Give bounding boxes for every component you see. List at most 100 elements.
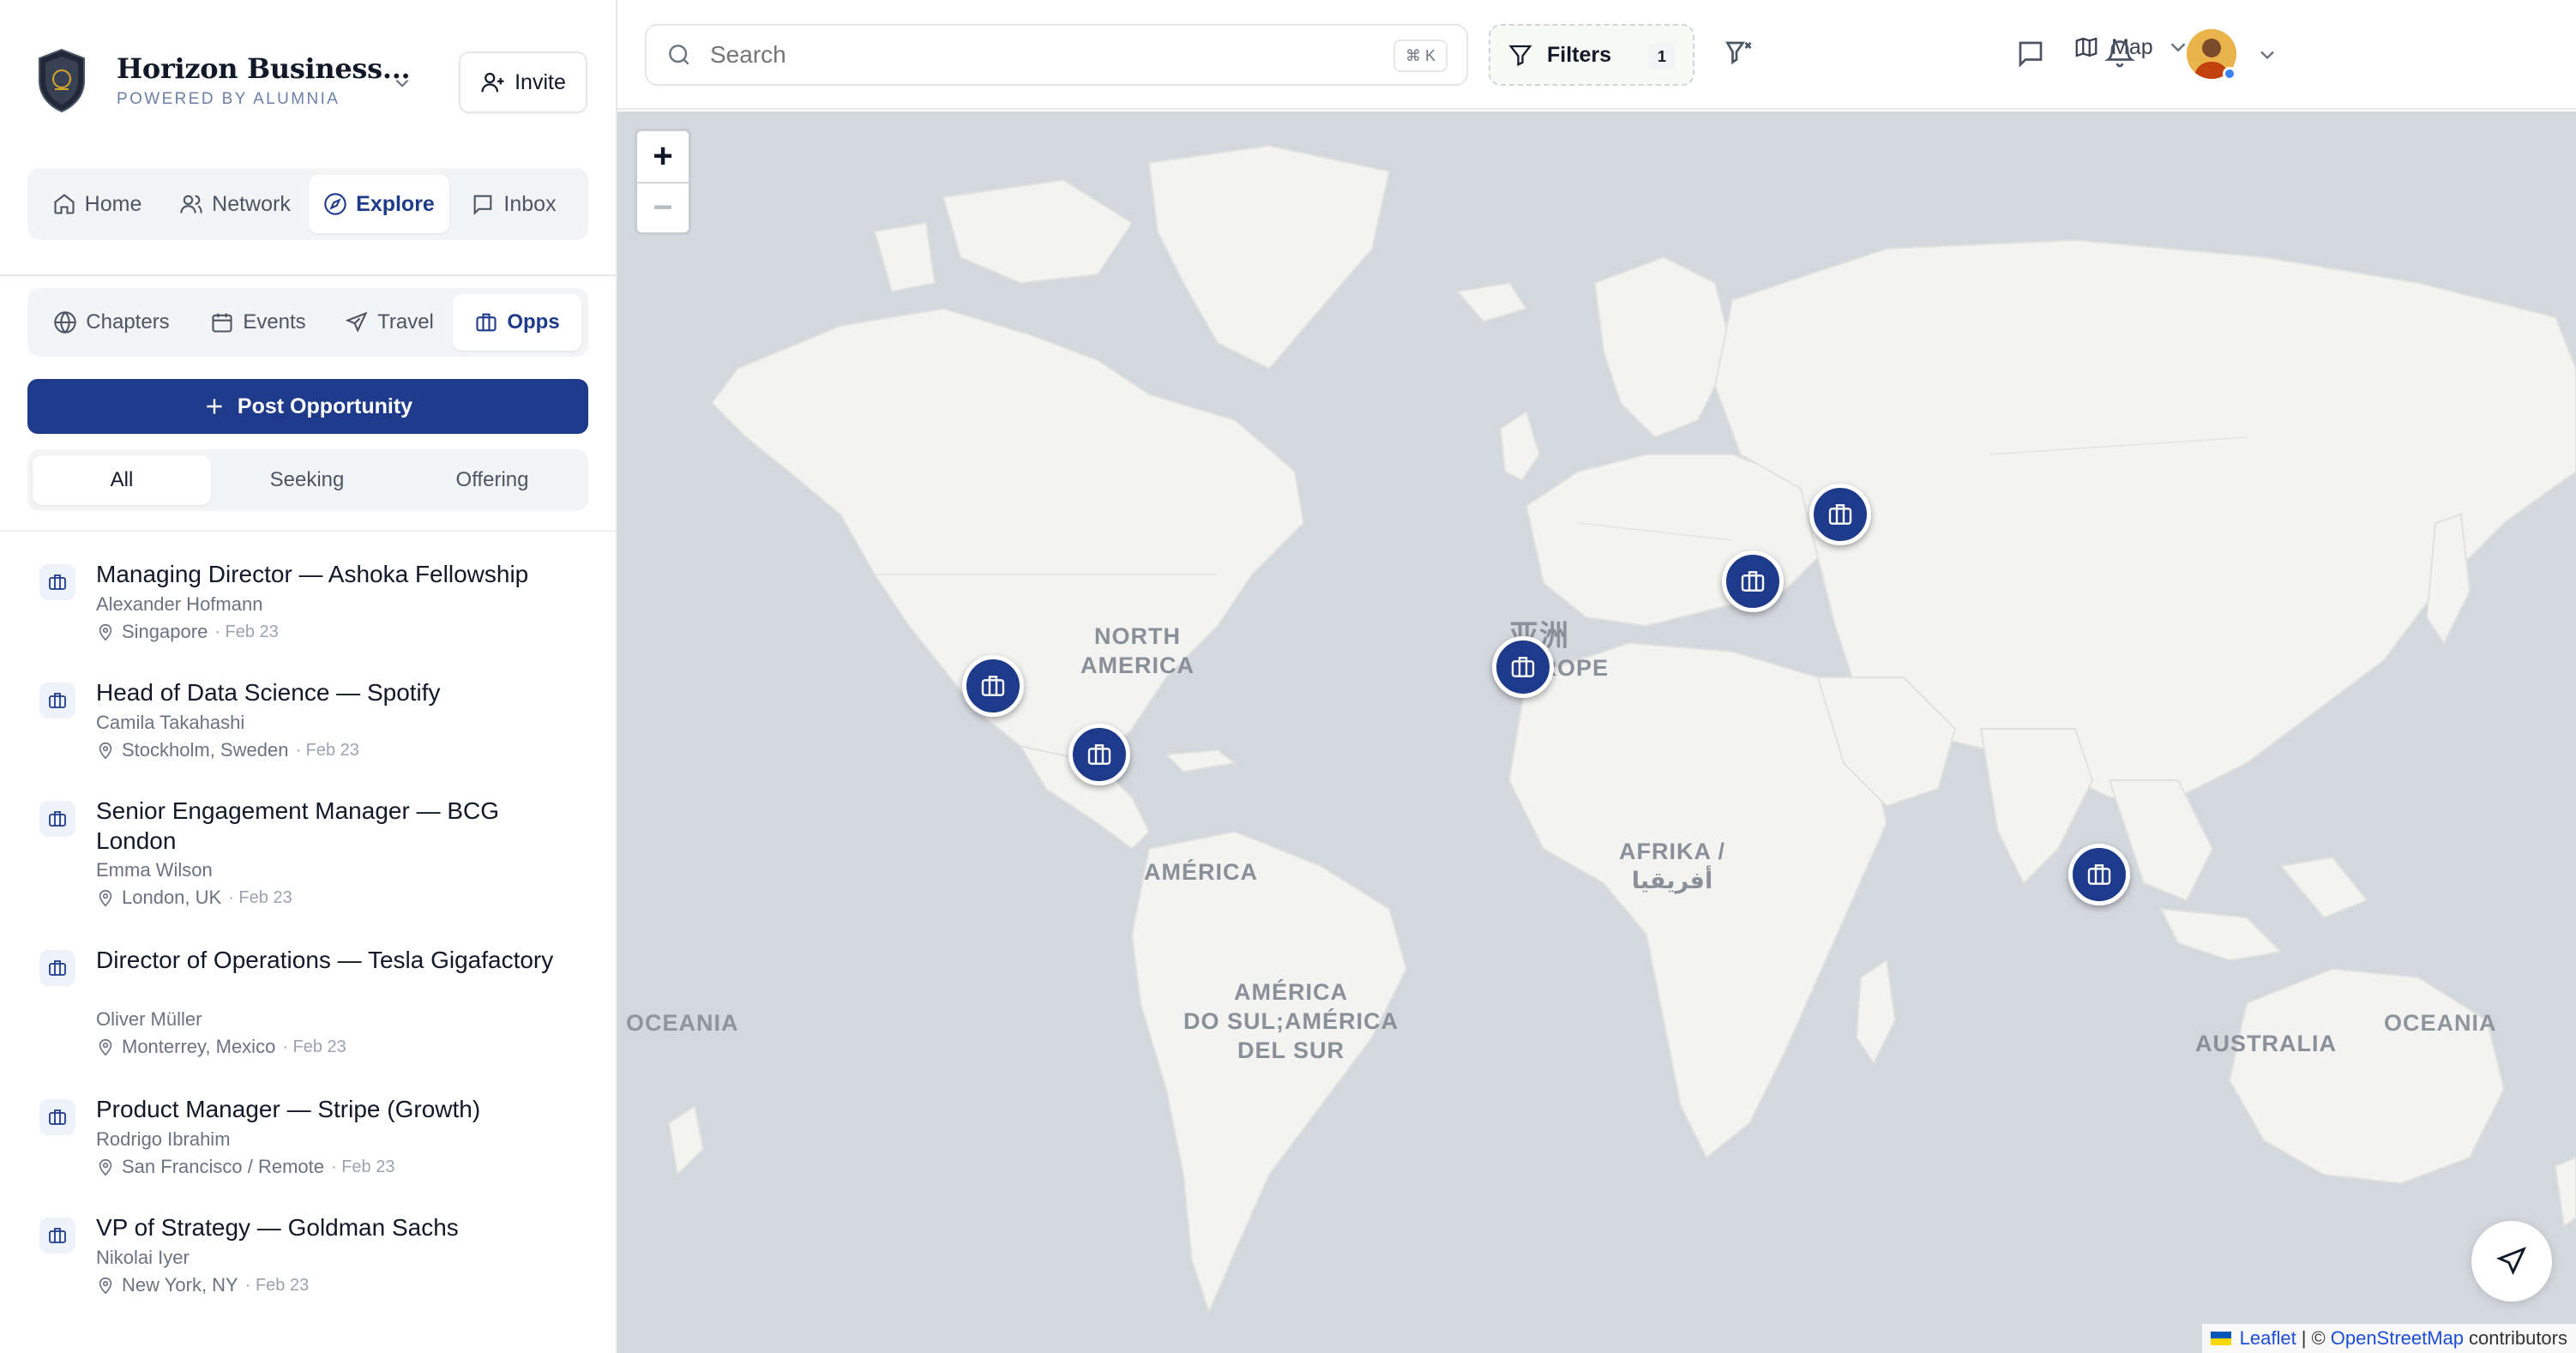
map-pin-icon [99,1038,112,1056]
opportunity-location: Singapore [122,621,208,642]
nav-home-label: Home [84,191,142,216]
calendar-icon [212,313,232,333]
zoom-control: + − [635,129,691,235]
chevron-down-icon[interactable] [2255,43,2279,67]
search-box[interactable]: ⌘ K [645,24,1468,86]
briefcase-icon [981,676,1005,696]
filters-label: Filters [1547,42,1612,67]
filter-icon [1508,45,1532,67]
message-icon [474,195,492,216]
opportunity-title: Head of Data Science — Spotify [96,679,441,706]
map-label-north-america: NORTH AMERICA [1080,623,1195,678]
map-pin-icon [99,1158,112,1176]
briefcase-icon [39,564,75,600]
opportunity-title: VP of Strategy — Goldman Sachs [96,1214,459,1241]
tab-offering[interactable]: Offering [403,455,581,505]
subnav-opps[interactable]: Opps [453,294,581,351]
map-pin-singapore[interactable] [2068,844,2130,905]
opportunity-location: New York, NY [122,1274,238,1296]
nav-home[interactable]: Home [33,175,161,233]
osm-link[interactable]: OpenStreetMap [2331,1327,2464,1350]
ukraine-flag-icon [2210,1332,2231,1345]
tab-all[interactable]: All [33,455,211,505]
subnav-chapters-label: Chapters [86,310,170,334]
leaflet-link[interactable]: Leaflet [2240,1327,2296,1350]
brand[interactable]: Horizon Business... POWERED BY ALUMNIA [36,48,411,113]
attribution-separator: | © [2301,1327,2326,1349]
subnav-events-label: Events [243,310,306,334]
subnav-chapters[interactable]: Chapters [33,294,190,351]
users-icon [180,195,202,213]
opportunity-person: Oliver Müller [96,1008,202,1030]
briefcase-icon [1511,657,1535,677]
map-tiles [667,144,2576,1314]
map-icon [2075,37,2098,57]
map-pin-icon [99,889,112,907]
zoom-in-button[interactable]: + [637,131,689,182]
opportunity-meta: San Francisco / Remote · Feb 23 [96,1156,394,1178]
chevron-down-icon[interactable] [391,72,413,94]
bell-icon[interactable] [2104,38,2135,69]
opportunity-title: Senior Engagement Manager — BCG London [96,797,500,854]
nav-inbox[interactable]: Inbox [449,175,578,233]
map-attribution: Leaflet | © OpenStreetMap contributors [2201,1324,2576,1353]
clear-filter-icon[interactable] [1724,38,1754,69]
subnav-travel[interactable]: Travel [326,294,453,351]
navigation-icon [2495,1247,2527,1276]
shield-logo-icon [39,48,85,113]
briefcase-icon [2087,864,2111,885]
opportunity-meta: London, UK · Feb 23 [96,887,292,909]
map-pin-san-francisco[interactable] [962,655,1024,717]
chat-icon[interactable] [2015,38,2046,69]
tab-seeking[interactable]: Seeking [211,455,403,505]
opportunity-date: · Feb 23 [214,622,279,641]
nav-network[interactable]: Network [161,175,309,233]
invite-label: Invite [515,69,566,94]
briefcase-icon [476,313,497,332]
app-root: Horizon Business... POWERED BY ALUMNIA I… [0,0,2576,1353]
map-pin-icon [99,1277,112,1295]
opportunity-meta: Monterrey, Mexico · Feb 23 [96,1036,346,1058]
subnav-travel-label: Travel [377,310,434,334]
zoom-out-button[interactable]: − [637,182,689,232]
status-indicator [2223,67,2236,81]
map-pin-icon [99,623,112,641]
opportunity-date: · Feb 23 [282,1037,346,1056]
opportunity-meta: Singapore · Feb 23 [96,621,279,643]
map-label-africa: AFRIKA / أفريقيا [1619,839,1725,893]
opportunity-location: Monterrey, Mexico [122,1036,276,1057]
home-icon [54,194,75,214]
search-input[interactable] [710,41,1362,69]
top-bar: ⌘ K Filters 1 Map [617,0,2576,110]
opportunity-person: Emma Wilson [96,859,213,881]
map-pin-icon [99,742,112,760]
nav-explore[interactable]: Explore [309,175,449,233]
opportunity-location: London, UK [122,887,222,908]
filters-count-badge: 1 [1648,43,1676,70]
map-pin-monterrey[interactable] [1068,724,1130,785]
map-label-australia: AUSTRALIA [2195,1031,2337,1056]
invite-button[interactable]: Invite [459,51,587,113]
user-plus-icon [481,72,504,93]
opportunity-date: · Feb 23 [228,887,292,907]
map-pin-stockholm[interactable] [1809,484,1871,545]
locate-me-button[interactable] [2471,1221,2552,1302]
brand-name: Horizon Business... [117,52,411,85]
world-map[interactable]: 亚洲 NORTH AMERICA EUROPE AFRIKA / أفريقيا… [617,111,2576,1353]
briefcase-icon [39,1218,75,1254]
brand-subtitle: POWERED BY ALUMNIA [117,90,340,108]
divider [0,274,616,276]
map-pin-new-york[interactable] [1492,636,1554,698]
nav-inbox-label: Inbox [503,191,557,216]
briefcase-icon [39,801,75,837]
opportunity-date: · Feb 23 [330,1157,395,1176]
opportunity-person: Alexander Hofmann [96,593,263,615]
filters-button[interactable]: Filters 1 [1489,24,1694,86]
post-opportunity-button[interactable]: Post Opportunity [27,379,588,434]
map-label-america: AMÉRICA [1144,859,1258,885]
subnav-events[interactable]: Events [190,294,326,351]
attribution-suffix: contributors [2469,1327,2567,1349]
opportunity-title: Director of Operations — Tesla Gigafacto… [96,947,554,973]
map-pin-london[interactable] [1722,550,1784,612]
main-pane: ⌘ K Filters 1 Map [617,0,2576,1353]
